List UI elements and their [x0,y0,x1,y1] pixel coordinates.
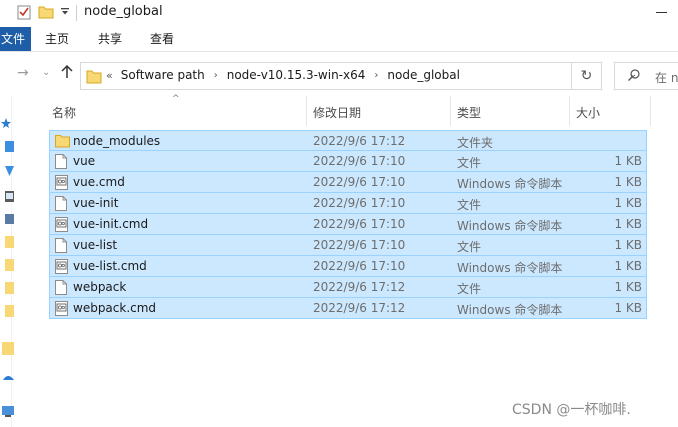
file-size: 1 KB [614,217,642,231]
file-name: node_modules [73,134,161,148]
breadcrumb-overflow-icon[interactable]: « [106,69,113,82]
file-modified-date: 2022/9/6 17:10 [313,238,406,252]
minimize-icon[interactable] [656,12,667,13]
file-name: vue-init.cmd [73,217,149,231]
file-row[interactable]: node_modules 2022/9/6 17:12 文件夹 [49,130,647,151]
file-type: Windows 命令脚本 [457,219,563,233]
file-row[interactable]: webpack.cmd 2022/9/6 17:12 Windows 命令脚本 1 K… [49,298,647,319]
file-row[interactable]: vue-init.cmd 2022/9/6 17:10 Windows 命令脚本 1 … [49,214,647,235]
tab-view[interactable]: 查看 [150,27,174,51]
navigation-pane-icons[interactable] [0,96,18,427]
column-header-size[interactable]: 大小 [570,96,650,126]
file-icon [55,238,68,253]
search-icon [627,68,641,85]
file-name: vue-list.cmd [73,259,147,273]
file-modified-date: 2022/9/6 17:12 [313,301,406,315]
tab-home[interactable]: 主页 [45,27,69,51]
breadcrumb-separator-icon[interactable]: › [374,70,378,81]
file-type: Windows 命令脚本 [457,303,563,317]
tab-file[interactable]: 文件 [0,27,31,51]
folder-icon [55,134,70,149]
file-name: vue [73,154,96,168]
file-type: 文件夹 [457,136,494,150]
file-modified-date: 2022/9/6 17:12 [313,280,406,294]
file-type: 文件 [457,156,482,170]
file-row[interactable]: vue-list 2022/9/6 17:10 文件 1 KB [49,235,647,256]
column-name-label: 名称 [52,106,77,120]
refresh-button[interactable]: ↻ [572,62,602,90]
breadcrumb-node-dir[interactable]: node-v10.15.3-win-x64 [227,68,366,82]
address-folder-icon [86,69,102,87]
file-size: 1 KB [614,154,642,168]
ribbon-tabs: 文件 主页 共享 查看 [0,26,678,52]
column-type-label: 类型 [457,106,482,120]
search-input[interactable]: 在 n [614,62,678,90]
new-folder-icon[interactable] [38,4,54,23]
cmd-file-icon [55,217,68,232]
column-header-type[interactable]: 类型 [451,96,569,126]
file-modified-date: 2022/9/6 17:10 [313,175,406,189]
window-title: node_global [84,4,163,19]
file-icon [55,280,68,295]
cmd-file-icon [55,301,68,316]
file-modified-date: 2022/9/6 17:10 [313,154,406,168]
file-modified-date: 2022/9/6 17:12 [313,134,406,148]
file-modified-date: 2022/9/6 17:10 [313,196,406,210]
file-row[interactable]: vue-init 2022/9/6 17:10 文件 1 KB [49,193,647,214]
cmd-file-icon [55,259,68,274]
navigation-bar: → ⌄ « Software path › node-v10.15.3-win-… [0,52,678,96]
watermark: CSDN @一杯咖啡. [512,402,631,418]
file-name: vue-init [73,196,119,210]
file-row[interactable]: vue-list.cmd 2022/9/6 17:10 Windows 命令脚本 1 … [49,256,647,277]
address-bar[interactable]: « Software path › node-v10.15.3-win-x64 … [80,62,637,90]
column-size-label: 大小 [576,106,601,120]
file-type: Windows 命令脚本 [457,261,563,275]
file-type: 文件 [457,282,482,296]
column-header-date[interactable]: 修改日期 [307,96,450,126]
breadcrumb-separator-icon[interactable]: › [214,70,218,81]
file-list: node_modules 2022/9/6 17:12 文件夹 vue 2022/9/6… [49,130,647,319]
quick-access-dropdown-icon[interactable] [60,6,70,20]
file-size: 1 KB [614,280,642,294]
file-type: 文件 [457,198,482,212]
file-row[interactable]: webpack 2022/9/6 17:12 文件 1 KB [49,277,647,298]
file-size: 1 KB [614,238,642,252]
title-divider [76,5,77,21]
file-type: Windows 命令脚本 [457,177,563,191]
refresh-icon: ↻ [580,68,593,84]
breadcrumb-node-global[interactable]: node_global [387,68,460,82]
tab-share[interactable]: 共享 [98,27,122,51]
file-size: 1 KB [614,301,642,315]
title-bar: node_global [0,0,678,26]
breadcrumb: « Software path › node-v10.15.3-win-x64 … [106,68,460,82]
file-size: 1 KB [614,196,642,210]
column-divider[interactable] [650,96,651,126]
navigation-pane [0,96,18,427]
file-name: webpack.cmd [73,301,157,315]
column-header-name[interactable]: 名称 [49,96,306,126]
file-row[interactable]: vue.cmd 2022/9/6 17:10 Windows 命令脚本 1 KB [49,172,647,193]
properties-checkbox-icon[interactable] [17,4,31,23]
up-arrow-icon[interactable] [60,64,74,84]
recent-locations-chevron-icon[interactable]: ⌄ [42,67,50,78]
file-name: vue.cmd [73,175,125,189]
breadcrumb-software-path[interactable]: Software path [121,68,205,82]
file-type: 文件 [457,240,482,254]
file-icon [55,154,68,169]
cmd-file-icon [55,175,68,190]
file-modified-date: 2022/9/6 17:10 [313,259,406,273]
search-placeholder: 在 n [655,71,678,85]
column-date-label: 修改日期 [313,106,362,120]
file-name: webpack [73,280,127,294]
file-modified-date: 2022/9/6 17:10 [313,217,406,231]
forward-arrow-icon[interactable]: → [17,65,29,81]
file-icon [55,196,68,211]
file-name: vue-list [73,238,118,252]
file-size: 1 KB [614,259,642,273]
file-size: 1 KB [614,175,642,189]
file-row[interactable]: vue 2022/9/6 17:10 文件 1 KB [49,151,647,172]
